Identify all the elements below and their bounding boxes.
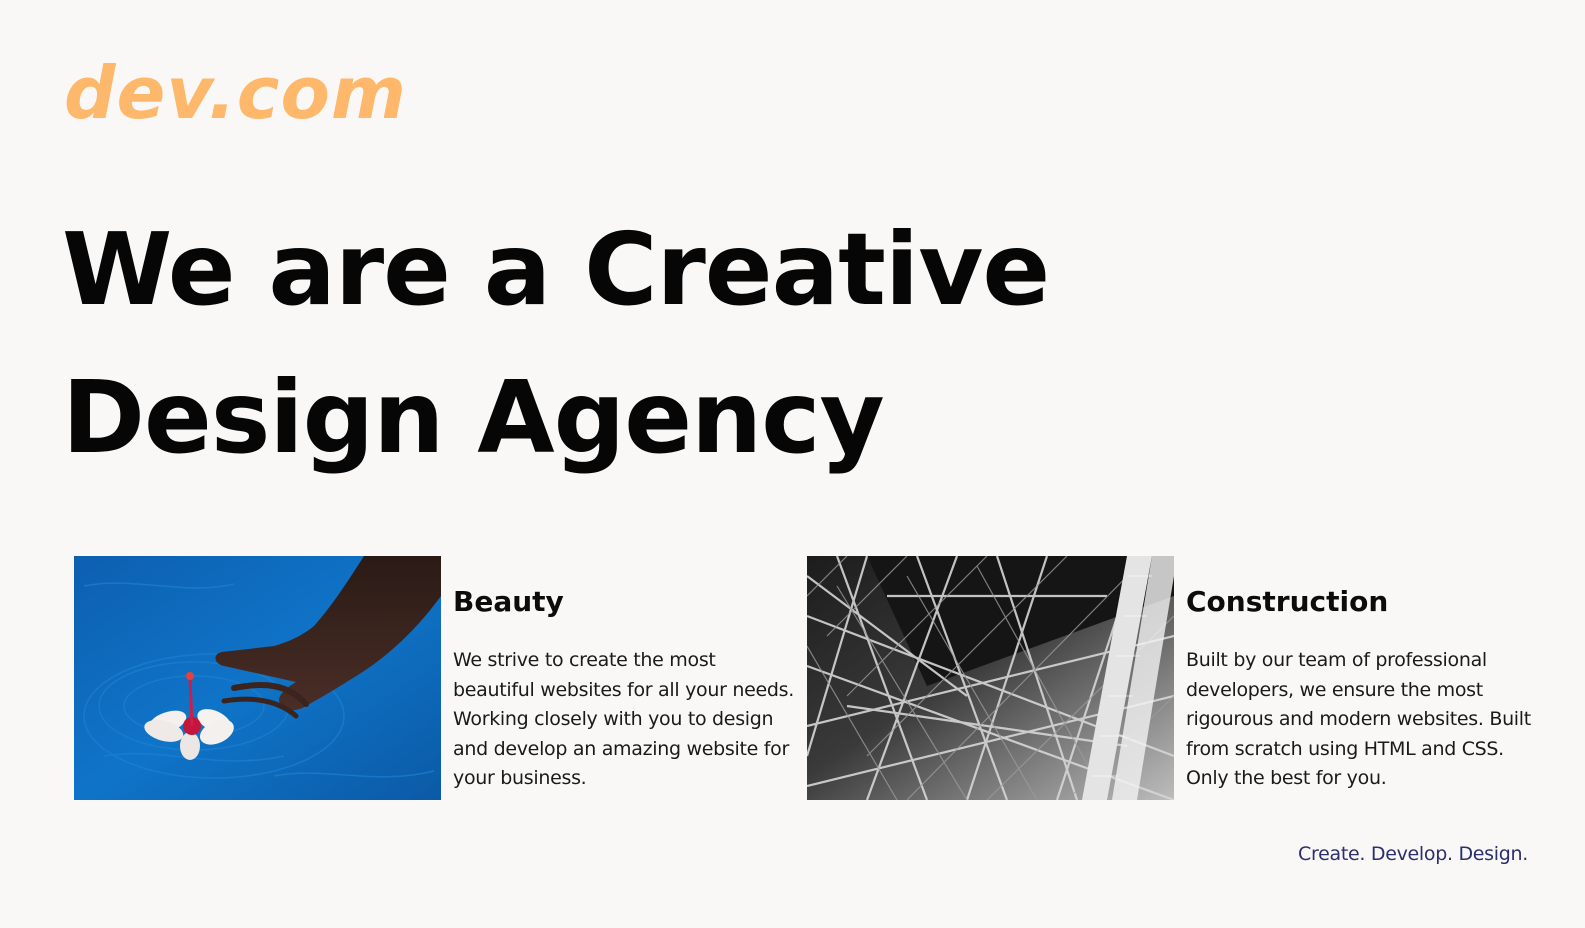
card-body: Construction Built by our team of profes… — [1186, 556, 1531, 800]
service-card-beauty: Beauty We strive to create the most beau… — [74, 556, 798, 800]
card-body: Beauty We strive to create the most beau… — [453, 556, 798, 800]
card-description: We strive to create the most beautiful w… — [453, 649, 794, 790]
page-headline: We are a Creative Design Agency — [62, 211, 1050, 476]
page: dev.com We are a Creative Design Agency — [0, 0, 1585, 928]
card-title: Beauty — [453, 585, 564, 618]
card-title: Construction — [1186, 585, 1389, 618]
steel-structure-photo — [807, 556, 1174, 800]
hand-flower-water-photo — [74, 556, 441, 800]
tagline: Create. Develop. Design. — [1298, 843, 1528, 865]
site-logo[interactable]: dev.com — [64, 48, 407, 138]
card-description: Built by our team of professional develo… — [1186, 649, 1531, 790]
service-card-construction: Construction Built by our team of profes… — [807, 556, 1531, 800]
